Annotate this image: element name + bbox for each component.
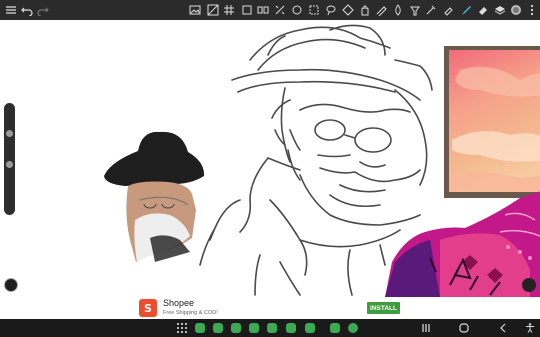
redo-icon[interactable] [36,3,50,17]
move-icon[interactable] [307,3,321,17]
slider-knob-size[interactable] [6,130,13,137]
more-icon[interactable] [525,3,539,17]
canvas-artwork [103,24,540,297]
canvas-zoom-button[interactable] [522,278,536,292]
dock-app-icon[interactable] [231,323,241,333]
lasso-icon[interactable] [324,3,338,17]
dock-app-icon[interactable] [330,323,340,333]
framed-painting [444,46,540,198]
smudge-icon[interactable] [374,3,388,17]
layers-icon[interactable] [493,3,507,17]
home-icon[interactable] [458,322,470,334]
grid-icon[interactable] [222,3,236,17]
eyedropper-round-button[interactable] [4,278,18,292]
eyedropper-icon[interactable] [424,3,438,17]
dock-app-icon[interactable] [213,323,223,333]
fill-icon[interactable] [391,3,405,17]
app-drawer-icon[interactable] [176,322,188,334]
magic-wand-icon[interactable] [408,3,422,17]
hand-icon[interactable] [341,3,355,17]
ad-subtitle: Free Shipping & COD! [163,310,218,316]
dock-app-icon[interactable] [249,323,259,333]
crop-icon[interactable] [240,3,254,17]
install-button[interactable]: INSTALL [367,302,400,314]
reference-photo [103,131,207,262]
dock-app-icon[interactable] [305,323,315,333]
dock-app-icon[interactable] [286,323,296,333]
pink-character-art [385,191,540,297]
eraser-icon[interactable] [358,3,372,17]
dock-app-icon[interactable] [348,323,358,333]
eraser-tool-icon[interactable] [476,3,490,17]
dock-app-icon[interactable] [267,323,277,333]
adjust-icon[interactable] [206,3,220,17]
undo-icon[interactable] [20,3,34,17]
brush-size-slider[interactable] [4,103,15,215]
drawing-canvas[interactable] [0,20,540,297]
top-toolbar [0,0,540,20]
accessibility-icon[interactable] [524,322,536,334]
brush-tool-icon[interactable] [459,3,473,17]
slider-knob-opacity[interactable] [6,161,13,168]
select-rect-icon[interactable] [290,3,304,17]
back-icon[interactable] [497,322,509,334]
ad-banner[interactable] [0,297,540,319]
transform-icon[interactable] [273,3,287,17]
dock-app-icon[interactable] [195,323,205,333]
recents-icon[interactable] [420,322,432,334]
menu-icon[interactable] [4,3,18,17]
brush-icon[interactable] [441,3,455,17]
ad-title[interactable]: Shopee [163,298,194,308]
shopee-logo[interactable]: S [139,299,157,317]
image-icon[interactable] [188,3,202,17]
flip-icon[interactable] [256,3,270,17]
color-icon[interactable] [509,3,523,17]
